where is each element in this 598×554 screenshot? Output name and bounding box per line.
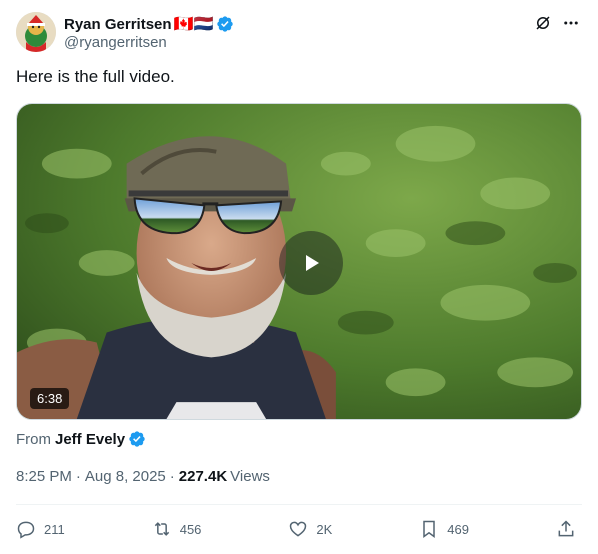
verified-badge-icon[interactable]	[128, 430, 146, 448]
bookmark-button[interactable]: 469	[419, 519, 469, 539]
repost-button[interactable]: 456	[152, 519, 202, 539]
meta-separator: ·	[75, 467, 81, 485]
bookmark-icon	[423, 520, 436, 538]
tweet-time[interactable]: 8:25 PM	[16, 468, 72, 485]
divider	[16, 504, 582, 505]
views-label: Views	[230, 467, 270, 485]
source-prefix: From	[16, 430, 51, 448]
tweet-header: Ryan Gerritsen 🇨🇦🇳🇱 @ryangerritsen	[16, 12, 582, 56]
header-actions	[532, 12, 582, 34]
video-source: From Jeff Evely	[16, 429, 146, 449]
tweet-meta: 8:25 PM · Aug 8, 2025 · 227.4K Views	[16, 466, 270, 486]
avatar[interactable]	[16, 12, 56, 52]
reply-icon	[17, 521, 35, 539]
meta-separator: ·	[169, 467, 175, 485]
share-button[interactable]	[556, 519, 582, 539]
like-count: 2K	[316, 521, 333, 537]
repost-icon	[154, 522, 169, 536]
reply-count: 211	[44, 521, 65, 537]
flags: 🇨🇦🇳🇱	[173, 16, 214, 33]
heart-icon	[290, 521, 307, 537]
share-icon	[558, 520, 574, 537]
handle[interactable]: @ryangerritsen	[64, 34, 167, 51]
action-bar: 211 456 2K 469	[16, 514, 582, 544]
tweet-text: Here is the full video.	[16, 67, 175, 86]
tweet-date[interactable]: Aug 8, 2025	[85, 468, 166, 485]
play-button[interactable]	[279, 231, 343, 295]
more-options-icon[interactable]	[560, 12, 582, 34]
play-icon	[306, 255, 319, 271]
like-button[interactable]: 2K	[288, 519, 332, 539]
video-player[interactable]: 6:38	[16, 103, 582, 420]
source-name[interactable]: Jeff Evely	[55, 431, 125, 448]
grok-icon[interactable]	[532, 12, 554, 34]
repost-count: 456	[179, 521, 202, 537]
display-name[interactable]: Ryan Gerritsen	[64, 16, 172, 33]
bookmark-count: 469	[447, 521, 469, 537]
verified-badge-icon[interactable]	[216, 15, 234, 33]
views-count[interactable]: 227.4K	[179, 468, 227, 485]
video-duration: 6:38	[30, 388, 70, 409]
reply-button[interactable]: 211	[16, 519, 65, 539]
name-row: Ryan Gerritsen 🇨🇦🇳🇱	[64, 14, 234, 34]
